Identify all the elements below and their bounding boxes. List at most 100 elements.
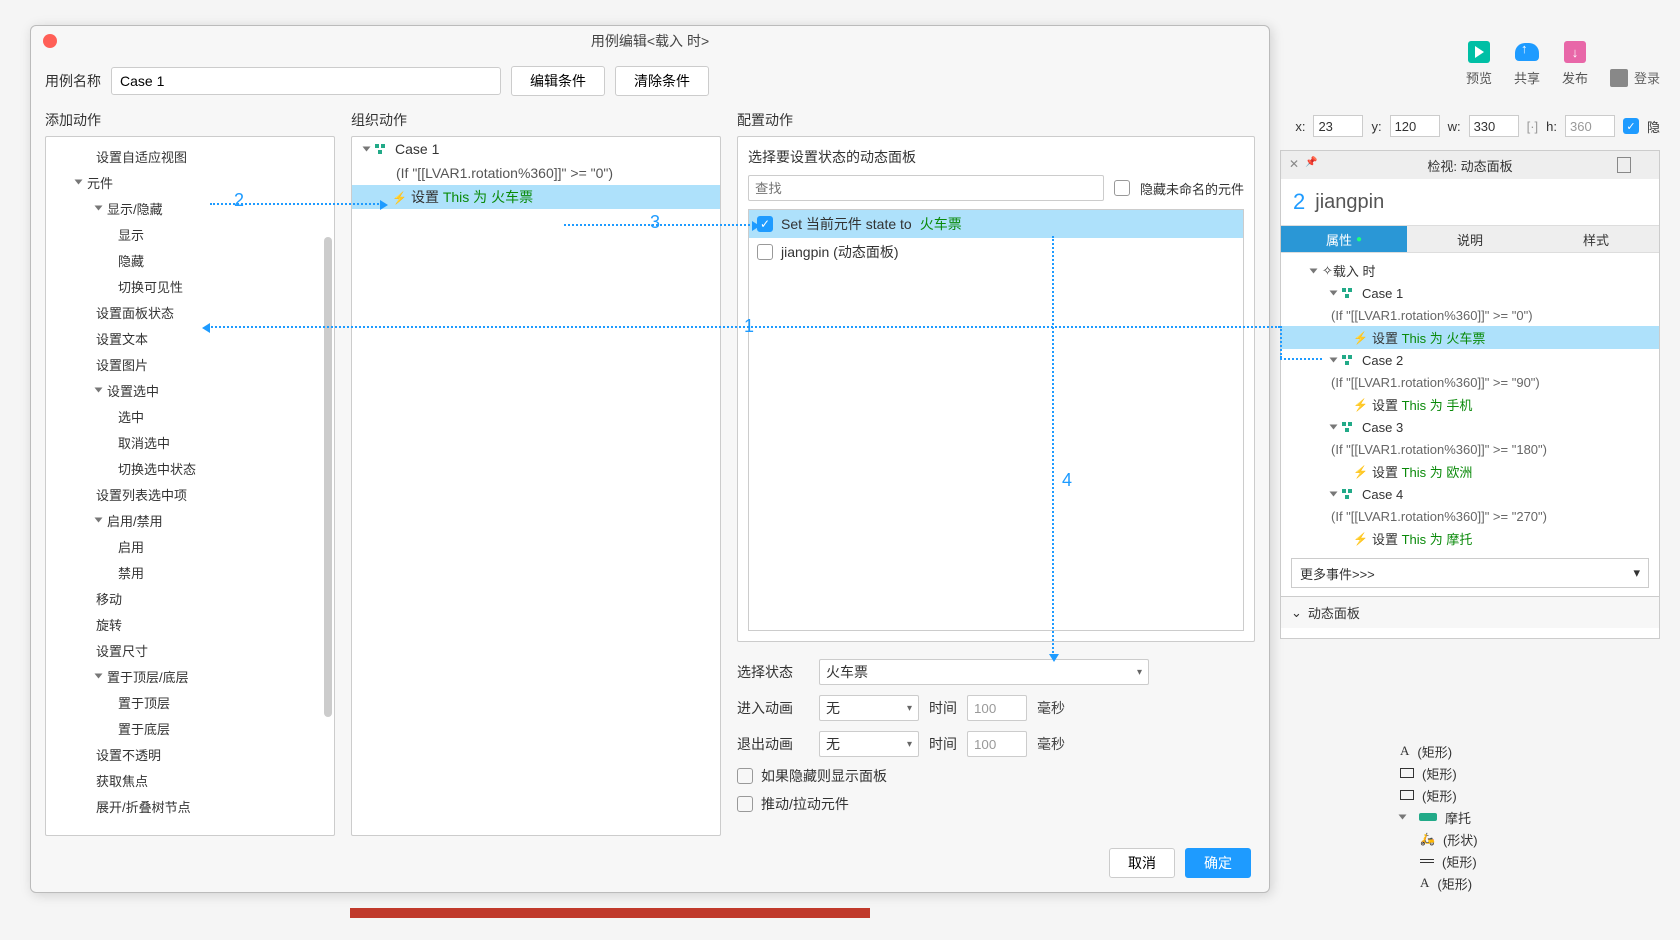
action-set-panel-state[interactable]: 设置面板状态 xyxy=(46,299,334,325)
org-action-selected[interactable]: 设置 This 为 火车票 xyxy=(352,185,720,209)
section-dynamic-panel[interactable]: ⌄动态面板 xyxy=(1281,596,1659,628)
annotation-3: 3 xyxy=(650,212,660,233)
outline-item[interactable]: (矩形) xyxy=(1380,784,1640,806)
show-if-hidden-checkbox[interactable] xyxy=(737,768,753,784)
h-field[interactable]: 360 xyxy=(1565,115,1615,137)
case-cond: (If "[[LVAR1.rotation%360]]" >= "90") xyxy=(1281,371,1659,393)
pin-icon[interactable]: 📌 xyxy=(1305,157,1317,168)
tab-notes[interactable]: 说明 xyxy=(1407,225,1533,253)
clear-condition-button[interactable]: 清除条件 xyxy=(615,66,709,96)
action-show[interactable]: 显示 xyxy=(46,221,334,247)
doc-icon[interactable] xyxy=(1617,157,1631,173)
more-events-dropdown[interactable]: 更多事件>>>▾ xyxy=(1291,558,1649,588)
action-set-text[interactable]: 设置文本 xyxy=(46,325,334,351)
outline-group[interactable]: 摩托 xyxy=(1380,806,1640,828)
case-row[interactable]: Case 2 xyxy=(1281,349,1659,371)
edit-condition-button[interactable]: 编辑条件 xyxy=(511,66,605,96)
case-editor-dialog: 用例编辑<载入 时> 用例名称 编辑条件 清除条件 添加动作 设置自适应视图 元… xyxy=(30,25,1270,893)
close-window-button[interactable] xyxy=(43,34,57,48)
preview-button[interactable]: 预览 xyxy=(1466,40,1492,87)
cfg-search-input[interactable] xyxy=(748,175,1104,201)
group-set-selected[interactable]: 设置选中 xyxy=(46,377,334,403)
anim-in-time-input[interactable] xyxy=(967,695,1027,721)
widget-name[interactable]: jiangpin xyxy=(1315,191,1384,214)
org-case-row[interactable]: Case 1 xyxy=(352,137,720,161)
group-show-hide[interactable]: 显示/隐藏 xyxy=(46,195,334,221)
inspector-title: ✕ 📌 检视: 动态面板 xyxy=(1281,151,1659,179)
share-button[interactable]: 共享 xyxy=(1514,40,1540,87)
dialog-title: 用例编辑<载入 时> xyxy=(591,31,709,51)
share-label: 共享 xyxy=(1514,68,1540,87)
w-field[interactable]: 330 xyxy=(1469,115,1519,137)
outline-item[interactable]: 🛵(形状) xyxy=(1380,828,1640,850)
publish-button[interactable]: ↓发布 xyxy=(1562,40,1588,87)
ok-button[interactable]: 确定 xyxy=(1185,848,1251,878)
outline-panel: A(矩形) (矩形) (矩形) 摩托 🛵(形状) (矩形) A(矩形) xyxy=(1380,740,1640,894)
action-hide[interactable]: 隐藏 xyxy=(46,247,334,273)
action-set-list-selected[interactable]: 设置列表选中项 xyxy=(46,481,334,507)
case-action[interactable]: 设置 This 为 手机 xyxy=(1281,393,1659,416)
action-deselect[interactable]: 取消选中 xyxy=(46,429,334,455)
case-action[interactable]: 设置 This 为 摩托 xyxy=(1281,527,1659,550)
red-underline xyxy=(350,908,870,918)
cfg-target-row[interactable]: jiangpin (动态面板) xyxy=(749,238,1243,266)
case-action[interactable]: 设置 This 为 火车票 xyxy=(1281,326,1659,349)
group-enable-disable[interactable]: 启用/禁用 xyxy=(46,507,334,533)
action-select[interactable]: 选中 xyxy=(46,403,334,429)
anim-out-time-input[interactable] xyxy=(967,731,1027,757)
annotation-4: 4 xyxy=(1062,470,1072,491)
action-adaptive-view[interactable]: 设置自适应视图 xyxy=(46,143,334,169)
tab-style[interactable]: 样式 xyxy=(1533,225,1659,253)
case-row[interactable]: Case 1 xyxy=(1281,282,1659,304)
group-front-back[interactable]: 置于顶层/底层 xyxy=(46,663,334,689)
action-disable[interactable]: 禁用 xyxy=(46,559,334,585)
action-set-image[interactable]: 设置图片 xyxy=(46,351,334,377)
hidden-checkbox[interactable]: ✓ xyxy=(1623,118,1639,134)
group-widgets[interactable]: 元件 xyxy=(46,169,334,195)
x-field[interactable]: 23 xyxy=(1313,115,1363,137)
time-label: 时间 xyxy=(929,698,957,718)
col-cfg-title: 配置动作 xyxy=(737,110,1255,130)
anim-out-dropdown[interactable]: 无▾ xyxy=(819,731,919,757)
select-state-label: 选择状态 xyxy=(737,662,809,682)
action-toggle-visibility[interactable]: 切换可见性 xyxy=(46,273,334,299)
cancel-button[interactable]: 取消 xyxy=(1109,848,1175,878)
action-expand-collapse[interactable]: 展开/折叠树节点 xyxy=(46,793,334,819)
action-set-opacity[interactable]: 设置不透明 xyxy=(46,741,334,767)
scrollbar[interactable] xyxy=(324,237,332,717)
action-enable[interactable]: 启用 xyxy=(46,533,334,559)
annotation-line xyxy=(1280,358,1322,360)
outline-item[interactable]: A(矩形) xyxy=(1380,872,1640,894)
case-action[interactable]: 设置 This 为 欧洲 xyxy=(1281,460,1659,483)
annotation-2: 2 xyxy=(1293,189,1305,215)
case-name-input[interactable] xyxy=(111,67,501,95)
event-onload[interactable]: ✧ 载入 时 xyxy=(1281,259,1659,282)
case-row[interactable]: Case 4 xyxy=(1281,483,1659,505)
action-bring-front[interactable]: 置于顶层 xyxy=(46,689,334,715)
action-toggle-selected[interactable]: 切换选中状态 xyxy=(46,455,334,481)
login-link[interactable]: 登录 xyxy=(1610,68,1660,87)
action-set-size[interactable]: 设置尺寸 xyxy=(46,637,334,663)
case-row[interactable]: Case 3 xyxy=(1281,416,1659,438)
annotation-2: 2 xyxy=(234,190,244,211)
close-icon[interactable]: ✕ xyxy=(1289,157,1299,171)
cfg-target-row[interactable]: ✓ Set 当前元件 state to 火车票 xyxy=(749,210,1243,238)
col-org-title: 组织动作 xyxy=(351,110,721,130)
outline-item[interactable]: A(矩形) xyxy=(1380,740,1640,762)
anim-in-dropdown[interactable]: 无▾ xyxy=(819,695,919,721)
org-cond: (If "[[LVAR1.rotation%360]]" >= "0") xyxy=(352,161,720,185)
action-move[interactable]: 移动 xyxy=(46,585,334,611)
select-state-dropdown[interactable]: 火车票▾ xyxy=(819,659,1149,685)
cfg-row-checkbox[interactable] xyxy=(757,244,773,260)
time-label: 时间 xyxy=(929,734,957,754)
hide-unnamed-checkbox[interactable] xyxy=(1114,180,1130,196)
outline-item[interactable]: (矩形) xyxy=(1380,850,1640,872)
action-focus[interactable]: 获取焦点 xyxy=(46,767,334,793)
action-rotate[interactable]: 旋转 xyxy=(46,611,334,637)
outline-item[interactable]: (矩形) xyxy=(1380,762,1640,784)
push-pull-checkbox[interactable] xyxy=(737,796,753,812)
action-send-back[interactable]: 置于底层 xyxy=(46,715,334,741)
publish-label: 发布 xyxy=(1562,68,1588,87)
tab-properties[interactable]: 属性● xyxy=(1281,225,1407,253)
y-field[interactable]: 120 xyxy=(1390,115,1440,137)
